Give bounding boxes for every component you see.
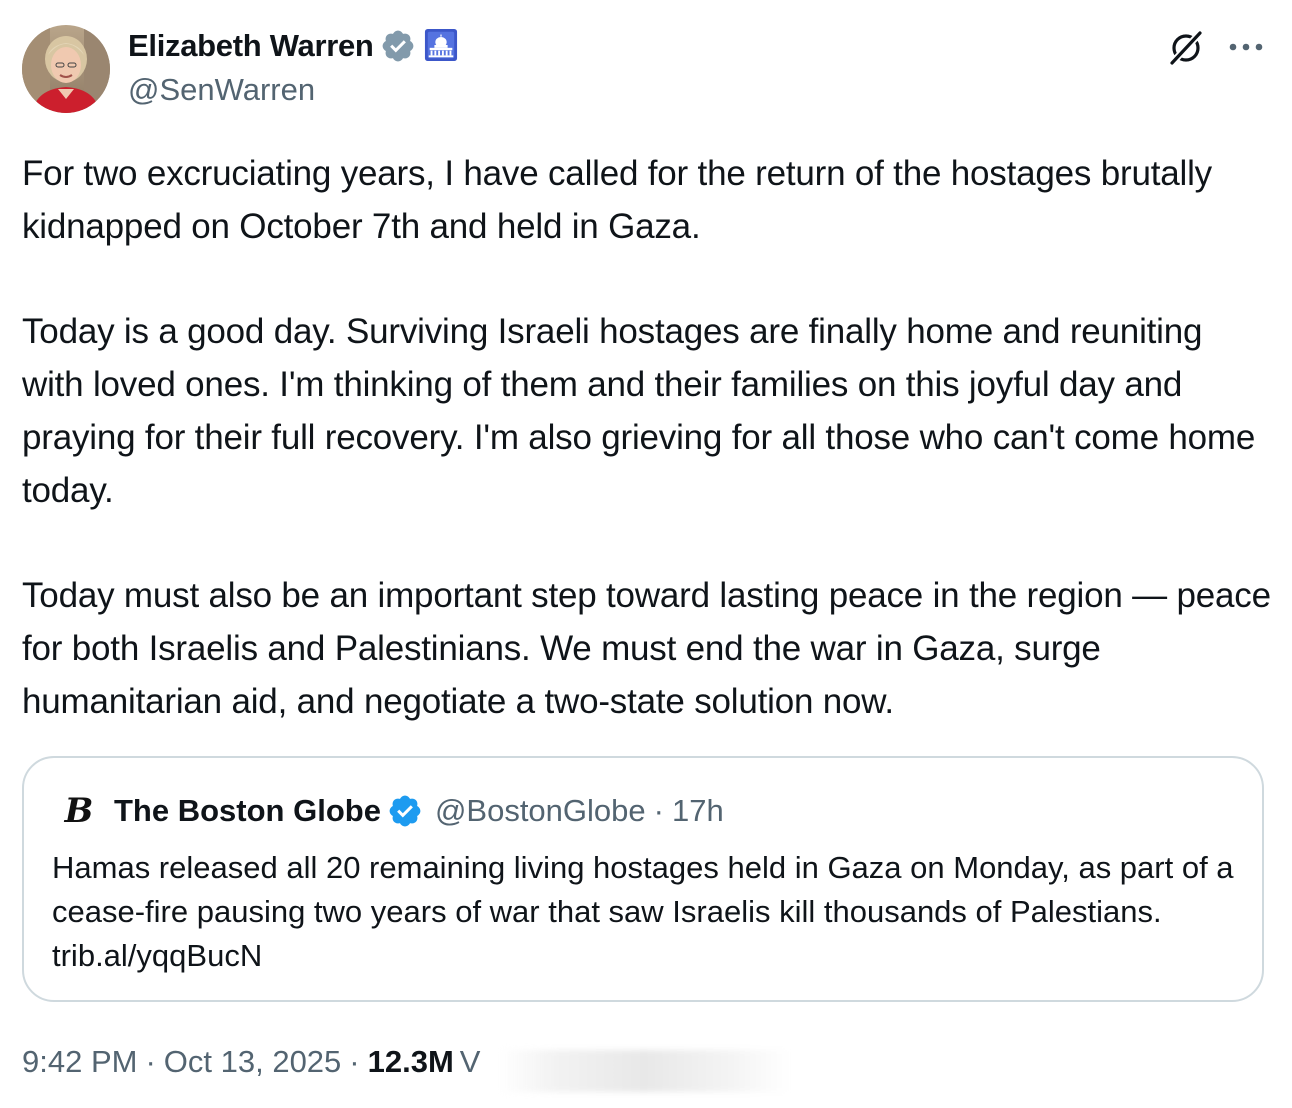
tweet: Elizabeth Warren @SenWarren For two excr… (0, 0, 1292, 1108)
verified-badge-icon[interactable] (380, 28, 416, 64)
views-label: V (459, 1044, 481, 1079)
boston-globe-logo-icon[interactable]: B (58, 790, 100, 832)
separator-dot: · (349, 1044, 360, 1079)
verified-badge-icon[interactable] (387, 793, 423, 829)
tweet-date[interactable]: Oct 13, 2025 (164, 1044, 342, 1080)
capitol-building-icon[interactable] (424, 28, 460, 64)
grok-icon[interactable] (1166, 27, 1206, 67)
avatar-image (22, 25, 110, 113)
tweet-paragraph: For two excruciating years, I have calle… (22, 154, 1212, 246)
separator-dot: · (653, 793, 664, 828)
boston-globe-logo-letter: B (64, 791, 94, 831)
more-options-icon[interactable] (1226, 30, 1266, 64)
author-handle[interactable]: @SenWarren (128, 72, 315, 108)
quoted-author-name[interactable]: The Boston Globe (114, 793, 381, 829)
quoted-tweet-text: Hamas released all 20 remaining living h… (52, 850, 1234, 973)
author-name-row: Elizabeth Warren (128, 26, 460, 66)
tweet-text: For two excruciating years, I have calle… (22, 148, 1272, 729)
tweet-paragraph: Today must also be an important step tow… (22, 576, 1271, 721)
author-name[interactable]: Elizabeth Warren (128, 28, 374, 64)
avatar[interactable] (22, 25, 110, 113)
tweet-meta: 9:42 PM · Oct 13, 2025 · 12.3M V (22, 1040, 480, 1084)
quoted-tweet-header: B The Boston Globe @BostonGlobe · 17h (58, 790, 724, 832)
separator-dot: · (145, 1044, 156, 1079)
quoted-tweet-time[interactable]: 17h (672, 793, 724, 829)
quoted-tweet-card[interactable]: B The Boston Globe @BostonGlobe · 17h Ha… (22, 756, 1264, 1002)
tweet-time[interactable]: 9:42 PM (22, 1044, 137, 1080)
tweet-paragraph: Today is a good day. Surviving Israeli h… (22, 312, 1256, 510)
views-count[interactable]: 12.3M (368, 1044, 454, 1080)
redaction-blur (498, 1050, 790, 1092)
quoted-author-handle[interactable]: @BostonGlobe (435, 793, 646, 829)
